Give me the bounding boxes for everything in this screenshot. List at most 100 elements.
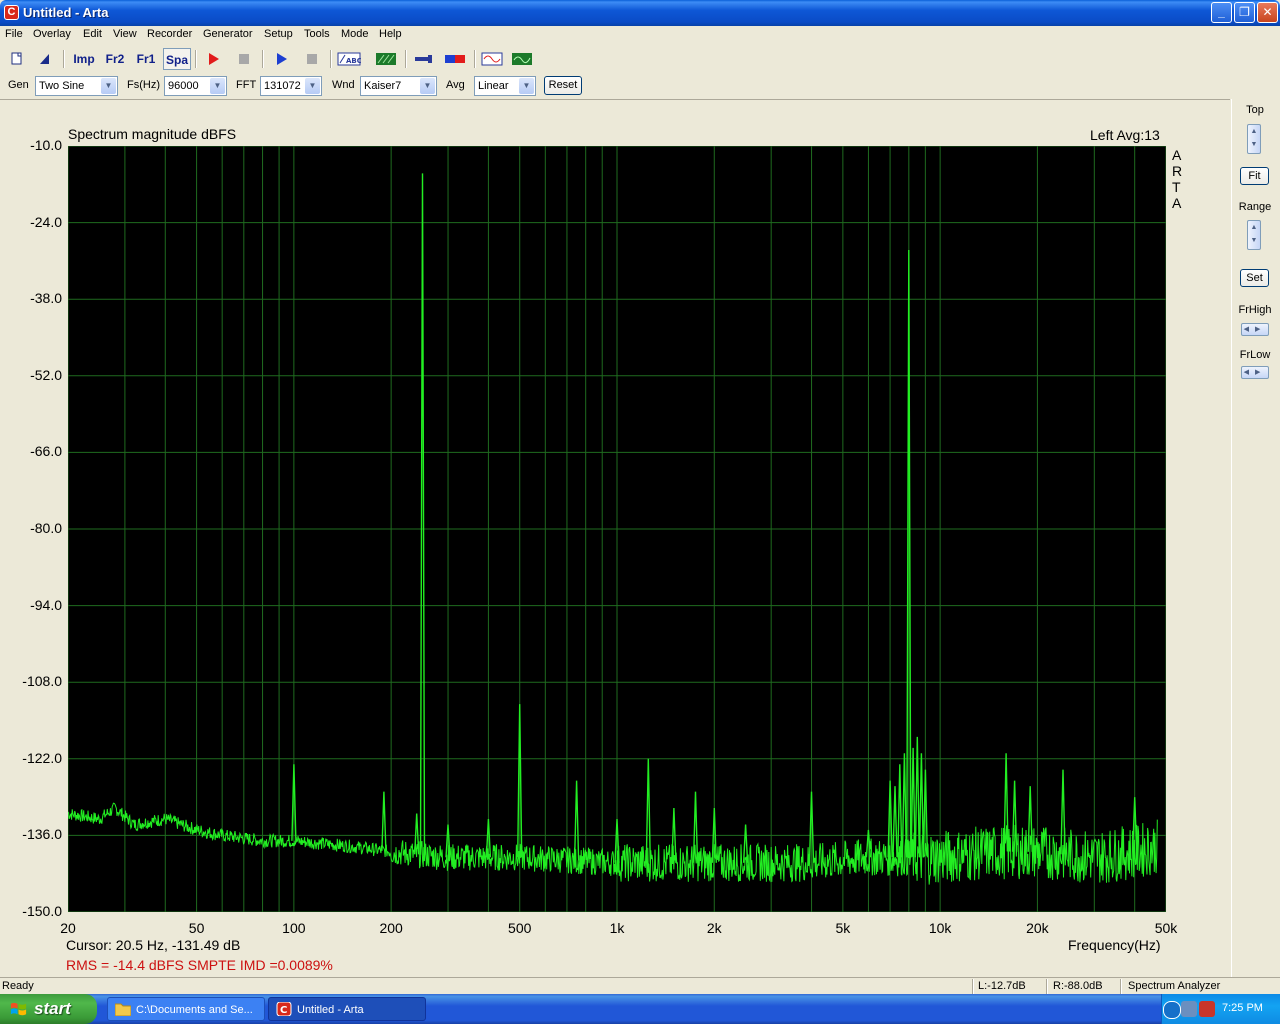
- chevron-down-icon[interactable]: ▼: [519, 78, 534, 94]
- arta-app-icon[interactable]: C: [4, 5, 19, 20]
- impulse-mode-button[interactable]: Imp: [70, 48, 98, 70]
- frlow-spinner[interactable]: ◀▶: [1241, 366, 1269, 379]
- control-bar: Gen Two Sine ▼ Fs(Hz) 96000 ▼ FFT 131072…: [0, 73, 1280, 99]
- toolbar: Imp Fr2 Fr1 Spa ABC: [0, 46, 1280, 72]
- start-button[interactable]: start: [0, 994, 97, 1024]
- chevron-down-icon[interactable]: ▼: [305, 78, 320, 94]
- spa-mode-button[interactable]: Spa: [163, 48, 191, 70]
- toolbar-separator: [195, 50, 197, 68]
- set-button[interactable]: Set: [1240, 269, 1269, 287]
- cursor-readout: Cursor: 20.5 Hz, -131.49 dB: [66, 937, 241, 953]
- abc-icon[interactable]: ABC: [337, 48, 362, 70]
- fft-select[interactable]: 131072 ▼: [260, 76, 322, 96]
- taskbar-item-label: Untitled - Arta: [297, 1004, 364, 1016]
- brand-letter: T: [1172, 179, 1181, 195]
- taskbar-item-arta[interactable]: C Untitled - Arta: [268, 997, 426, 1021]
- y-tick-label: -10.0: [30, 137, 62, 153]
- folder-icon: [115, 1003, 131, 1016]
- avg-select[interactable]: Linear ▼: [474, 76, 536, 96]
- svg-text:C: C: [280, 1005, 287, 1016]
- reset-button[interactable]: Reset: [544, 76, 582, 95]
- x-tick-label: 2k: [706, 920, 722, 936]
- stop-icon[interactable]: [301, 48, 323, 70]
- top-spinner[interactable]: ▲ ▼: [1247, 124, 1261, 154]
- menu-mode[interactable]: Mode: [341, 28, 369, 40]
- toolbar-separator: [405, 50, 407, 68]
- chevron-left-icon[interactable]: [1163, 1001, 1181, 1019]
- toolbar-separator: [330, 50, 332, 68]
- brand-letter: A: [1172, 147, 1182, 163]
- pin-icon[interactable]: [412, 48, 436, 70]
- fs-select-value: 96000: [168, 80, 199, 92]
- spectrum-peak: [573, 780, 580, 861]
- fit-button[interactable]: Fit: [1240, 167, 1269, 185]
- y-tick-label: -24.0: [30, 213, 62, 230]
- menu-overlay[interactable]: Overlay: [33, 28, 71, 40]
- toolbar-separator: [474, 50, 476, 68]
- fr2-mode-button[interactable]: Fr2: [101, 48, 129, 70]
- left-level: L:-12.7dB: [978, 980, 1026, 992]
- wnd-select[interactable]: Kaiser7 ▼: [360, 76, 437, 96]
- brand-letter: R: [1172, 163, 1183, 179]
- mode-indicator: Spectrum Analyzer: [1128, 980, 1221, 992]
- spectrum-trace: [68, 802, 1158, 885]
- fs-select[interactable]: 96000 ▼: [164, 76, 227, 96]
- menu-tools[interactable]: Tools: [304, 28, 330, 40]
- gen-select[interactable]: Two Sine ▼: [35, 76, 118, 96]
- spectrum-peak: [914, 736, 920, 858]
- range-spinner[interactable]: ▲ ▼: [1247, 220, 1261, 250]
- network-icon[interactable]: [1181, 1001, 1197, 1017]
- menu-setup[interactable]: Setup: [264, 28, 293, 40]
- spectrum-icon[interactable]: [510, 48, 534, 70]
- x-tick-label: 20: [60, 920, 76, 936]
- minimize-button[interactable]: _: [1211, 2, 1232, 23]
- arta-app-icon: C: [276, 1002, 292, 1016]
- oscilloscope-icon[interactable]: [480, 48, 504, 70]
- close-button[interactable]: ✕: [1257, 2, 1278, 23]
- chevron-down-icon[interactable]: ▼: [101, 78, 116, 94]
- toolbar-separator: [63, 50, 65, 68]
- y-tick-label: -52.0: [30, 366, 62, 383]
- fs-label: Fs(Hz): [127, 79, 160, 91]
- waterfall-icon[interactable]: [374, 48, 398, 70]
- open-icon[interactable]: [33, 48, 55, 70]
- frlow-label: FrLow: [1239, 349, 1271, 361]
- spectrum-peak: [419, 173, 426, 855]
- y-tick-label: -38.0: [30, 290, 62, 307]
- spectrum-plot[interactable]: [68, 146, 1166, 912]
- spectrum-peak: [1060, 769, 1066, 855]
- menu-file[interactable]: File: [5, 28, 23, 40]
- chevron-down-icon[interactable]: ▼: [420, 78, 435, 94]
- toolbar-separator: [262, 50, 264, 68]
- taskbar: start C:\Documents and Se... C Untitled …: [0, 994, 1280, 1024]
- menu-recorder[interactable]: Recorder: [147, 28, 192, 40]
- status-bar: Ready L:-12.7dB R:-88.0dB Spectrum Analy…: [0, 977, 1280, 995]
- frhigh-spinner[interactable]: ◀▶: [1241, 323, 1269, 336]
- menu-generator[interactable]: Generator: [203, 28, 253, 40]
- maximize-button[interactable]: ❐: [1234, 2, 1255, 23]
- frhigh-label: FrHigh: [1238, 304, 1272, 316]
- spectrum-peak: [381, 791, 387, 851]
- range-label: Range: [1238, 201, 1272, 213]
- status-divider: [972, 979, 974, 994]
- start-label: start: [34, 999, 71, 1018]
- menu-help[interactable]: Help: [379, 28, 402, 40]
- clock: 7:25 PM: [1222, 1002, 1263, 1014]
- menu-edit[interactable]: Edit: [83, 28, 102, 40]
- record-icon[interactable]: [202, 48, 224, 70]
- title-bar[interactable]: C Untitled - Arta _ ❐ ✕: [0, 0, 1280, 26]
- menu-view[interactable]: View: [113, 28, 137, 40]
- spectrum-peak: [897, 764, 903, 858]
- new-file-icon[interactable]: [5, 48, 27, 70]
- gen-label: Gen: [8, 79, 29, 91]
- x-tick-label: 100: [282, 920, 306, 936]
- taskbar-item-explorer[interactable]: C:\Documents and Se...: [107, 997, 265, 1021]
- brand-letter: A: [1172, 195, 1182, 211]
- play-icon[interactable]: [270, 48, 292, 70]
- antivirus-icon[interactable]: [1199, 1001, 1215, 1017]
- window-title: Untitled - Arta: [23, 5, 109, 20]
- level-bar-icon[interactable]: [443, 48, 467, 70]
- stop-icon[interactable]: [233, 48, 255, 70]
- fr1-mode-button[interactable]: Fr1: [132, 48, 160, 70]
- chevron-down-icon[interactable]: ▼: [210, 78, 225, 94]
